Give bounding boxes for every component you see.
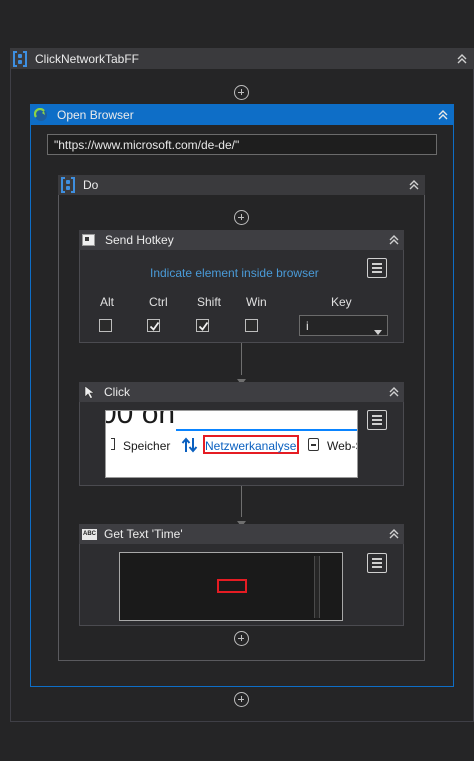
click-collapse-icon[interactable] (388, 386, 400, 398)
storage-icon (111, 438, 115, 450)
preview-tab-underline (176, 429, 357, 431)
cursor-icon (84, 385, 96, 399)
get-text-header[interactable]: ABC Get Text 'Time' (79, 524, 404, 544)
click-target-preview[interactable]: 00 on Speicher Netzwerkanalyse Web-S (105, 410, 358, 478)
add-activity-bottom-do-button[interactable] (234, 631, 249, 646)
open-browser-icon (33, 107, 48, 122)
sequence-icon (13, 50, 27, 67)
get-text-collapse-icon[interactable] (388, 528, 400, 540)
add-activity-top-button[interactable] (234, 85, 249, 100)
do-collapse-icon[interactable] (408, 179, 420, 191)
shift-checkbox[interactable] (196, 319, 209, 332)
connector-line (241, 343, 242, 375)
preview-storage-tab: Speicher (123, 439, 171, 453)
chevron-down-icon (374, 324, 382, 338)
connector-line (241, 486, 242, 517)
open-browser-collapse-icon[interactable] (437, 109, 449, 121)
preview-scrollbar-track (314, 556, 320, 618)
key-select[interactable]: i (299, 315, 388, 336)
do-title: Do (83, 178, 99, 192)
preview-network-tab: Netzwerkanalyse (205, 439, 297, 453)
click-header[interactable]: Click (79, 382, 404, 402)
sequence-collapse-icon[interactable] (456, 53, 468, 65)
key-select-value: i (306, 319, 309, 333)
send-hotkey-icon (82, 234, 95, 246)
do-sequence-icon (61, 177, 75, 193)
do-header[interactable]: Do (58, 175, 425, 195)
send-hotkey-menu-icon[interactable] (367, 258, 387, 278)
win-label: Win (246, 295, 267, 309)
indicate-element-link[interactable]: Indicate element inside browser (150, 266, 319, 280)
sequence-header[interactable]: ClickNetworkTabFF (10, 48, 474, 69)
send-hotkey-header[interactable]: Send Hotkey (79, 230, 404, 250)
sequence-title: ClickNetworkTabFF (35, 51, 140, 66)
ctrl-label: Ctrl (149, 295, 168, 309)
send-hotkey-collapse-icon[interactable] (388, 234, 400, 246)
open-browser-header[interactable]: Open Browser (30, 104, 454, 125)
alt-label: Alt (100, 295, 115, 309)
network-arrows-icon (181, 437, 199, 456)
win-checkbox[interactable] (245, 319, 258, 332)
preview-partial-text: 00 on (105, 410, 176, 430)
get-text-icon: ABC (82, 528, 97, 540)
shift-label: Shift (197, 295, 222, 309)
web-storage-icon-line (311, 444, 316, 446)
add-activity-bottom-sequence-button[interactable] (234, 692, 249, 707)
highlight-time-element (217, 579, 247, 593)
ctrl-checkbox[interactable] (147, 319, 160, 332)
click-menu-icon[interactable] (367, 410, 387, 430)
preview-web-tab: Web-S (327, 439, 357, 453)
key-label: Key (331, 295, 352, 309)
open-browser-title: Open Browser (57, 107, 134, 122)
click-title: Click (104, 385, 130, 399)
url-input[interactable]: "https://www.microsoft.com/de-de/" (47, 134, 437, 155)
alt-checkbox[interactable] (99, 319, 112, 332)
get-text-title: Get Text 'Time' (104, 527, 183, 541)
url-input-value: "https://www.microsoft.com/de-de/" (54, 138, 240, 152)
add-activity-do-button[interactable] (234, 210, 249, 225)
get-text-target-preview[interactable] (119, 552, 343, 621)
send-hotkey-title: Send Hotkey (105, 233, 174, 247)
get-text-menu-icon[interactable] (367, 553, 387, 573)
